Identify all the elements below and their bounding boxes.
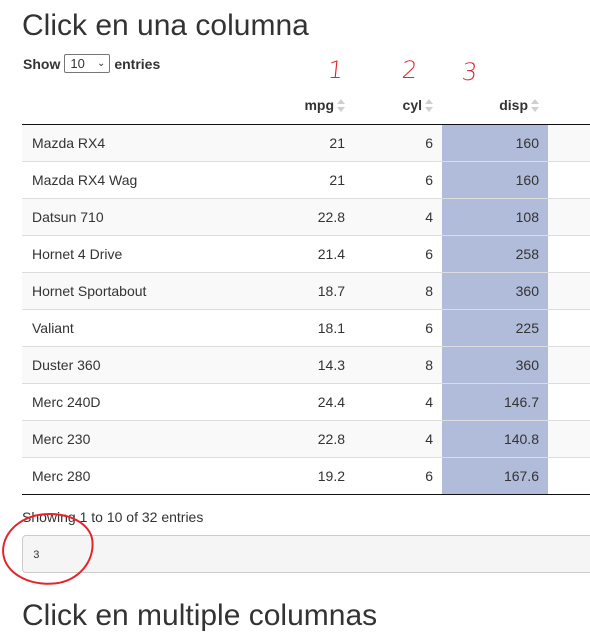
table-cell-disp[interactable]: 225	[442, 309, 548, 346]
table-cell-mpg[interactable]: 21	[268, 161, 354, 198]
table-cell-spacer	[548, 309, 590, 346]
table-row[interactable]: Datsun 710 22.8 4 108	[22, 198, 590, 235]
show-label: Show	[23, 55, 61, 72]
table-cell-name[interactable]: Merc 230	[22, 420, 268, 457]
table-cell-disp[interactable]: 258	[442, 235, 548, 272]
table-cell-disp[interactable]: 160	[442, 161, 548, 198]
table-cell-cyl[interactable]: 8	[354, 346, 442, 383]
annotation-column-number: 3	[460, 58, 479, 86]
table-row[interactable]: Valiant 18.1 6 225	[22, 309, 590, 346]
table-cell-name[interactable]: Duster 360	[22, 346, 268, 383]
column-header-cyl[interactable]: cyl	[354, 86, 442, 124]
table-cell-spacer	[548, 161, 590, 198]
entries-label: entries	[114, 55, 161, 72]
table-cell-mpg[interactable]: 14.3	[268, 346, 354, 383]
table-row[interactable]: Merc 280 19.2 6 167.6	[22, 457, 590, 494]
table-cell-cyl[interactable]: 4	[354, 198, 442, 235]
table-cell-disp[interactable]: 140.8	[442, 420, 548, 457]
table-cell-cyl[interactable]: 6	[354, 235, 442, 272]
table-cell-spacer	[548, 198, 590, 235]
sort-icon	[531, 98, 539, 113]
table-cell-disp[interactable]: 167.6	[442, 457, 548, 494]
column-header-spacer	[548, 86, 590, 124]
section-heading: Click en multiple columnas	[22, 599, 378, 632]
table-row[interactable]: Merc 240D 24.4 4 146.7	[22, 383, 590, 420]
table-row[interactable]: Hornet 4 Drive 21.4 6 258	[22, 235, 590, 272]
table-cell-name[interactable]: Valiant	[22, 309, 268, 346]
entries-select[interactable]: 10 ⌄	[64, 54, 111, 73]
table-cell-cyl[interactable]: 6	[354, 124, 442, 161]
table-cell-cyl[interactable]: 6	[354, 309, 442, 346]
page-title: Click en una columna	[22, 9, 309, 42]
table-cell-spacer	[548, 235, 590, 272]
table-cell-name[interactable]: Hornet 4 Drive	[22, 235, 268, 272]
table-row[interactable]: Merc 230 22.8 4 140.8	[22, 420, 590, 457]
table-cell-name[interactable]: Merc 240D	[22, 383, 268, 420]
table-cell-name[interactable]: Merc 280	[22, 457, 268, 494]
table-cell-mpg[interactable]: 19.2	[268, 457, 354, 494]
table-body: Mazda RX4 21 6 160 Mazda RX4 Wag 21 6 160 Datsun…	[22, 124, 590, 494]
table-cell-mpg[interactable]: 22.8	[268, 198, 354, 235]
table-cell-name[interactable]: Hornet Sportabout	[22, 272, 268, 309]
table-row[interactable]: Mazda RX4 Wag 21 6 160	[22, 161, 590, 198]
table-cell-disp[interactable]: 146.7	[442, 383, 548, 420]
table-row[interactable]: Duster 360 14.3 8 360	[22, 346, 590, 383]
table-cell-disp[interactable]: 160	[442, 124, 548, 161]
annotation-column-number: 2	[400, 56, 419, 84]
column-header-label: cyl	[402, 96, 422, 113]
column-header-rowname	[22, 86, 268, 124]
table-cell-mpg[interactable]: 21	[268, 124, 354, 161]
entries-select-value: 10	[70, 56, 85, 71]
sort-icon	[337, 98, 345, 113]
table-cell-spacer	[548, 383, 590, 420]
table-cell-spacer	[548, 272, 590, 309]
table-cell-cyl[interactable]: 8	[354, 272, 442, 309]
annotation-column-number: 1	[326, 56, 345, 84]
sort-icon	[425, 98, 433, 113]
selected-column-output: 3	[22, 535, 590, 573]
table-header-row: mpg cyl disp	[22, 86, 590, 124]
column-header-label: mpg	[304, 96, 334, 113]
table-cell-name[interactable]: Mazda RX4	[22, 124, 268, 161]
table-cell-disp[interactable]: 360	[442, 272, 548, 309]
data-table: mpg cyl disp Mazda RX4 21 6 160 Mazda RX4 Wa…	[22, 86, 590, 495]
table-cell-cyl[interactable]: 6	[354, 457, 442, 494]
table-cell-disp[interactable]: 360	[442, 346, 548, 383]
table-cell-name[interactable]: Mazda RX4 Wag	[22, 161, 268, 198]
table-cell-cyl[interactable]: 6	[354, 161, 442, 198]
table-cell-disp[interactable]: 108	[442, 198, 548, 235]
table-cell-name[interactable]: Datsun 710	[22, 198, 268, 235]
column-header-disp[interactable]: disp	[442, 86, 548, 124]
column-header-mpg[interactable]: mpg	[268, 86, 354, 124]
entries-length-control: Show 10 ⌄ entries	[23, 54, 160, 73]
table-cell-mpg[interactable]: 18.1	[268, 309, 354, 346]
table-cell-cyl[interactable]: 4	[354, 383, 442, 420]
table-cell-cyl[interactable]: 4	[354, 420, 442, 457]
table-cell-mpg[interactable]: 21.4	[268, 235, 354, 272]
table-cell-spacer	[548, 346, 590, 383]
chevron-down-icon: ⌄	[96, 58, 106, 69]
table-cell-mpg[interactable]: 24.4	[268, 383, 354, 420]
table-cell-mpg[interactable]: 22.8	[268, 420, 354, 457]
table-cell-spacer	[548, 457, 590, 494]
column-header-label: disp	[499, 96, 528, 113]
table-row[interactable]: Hornet Sportabout 18.7 8 360	[22, 272, 590, 309]
table-cell-mpg[interactable]: 18.7	[268, 272, 354, 309]
table-row[interactable]: Mazda RX4 21 6 160	[22, 124, 590, 161]
table-cell-spacer	[548, 420, 590, 457]
table-cell-spacer	[548, 124, 590, 161]
